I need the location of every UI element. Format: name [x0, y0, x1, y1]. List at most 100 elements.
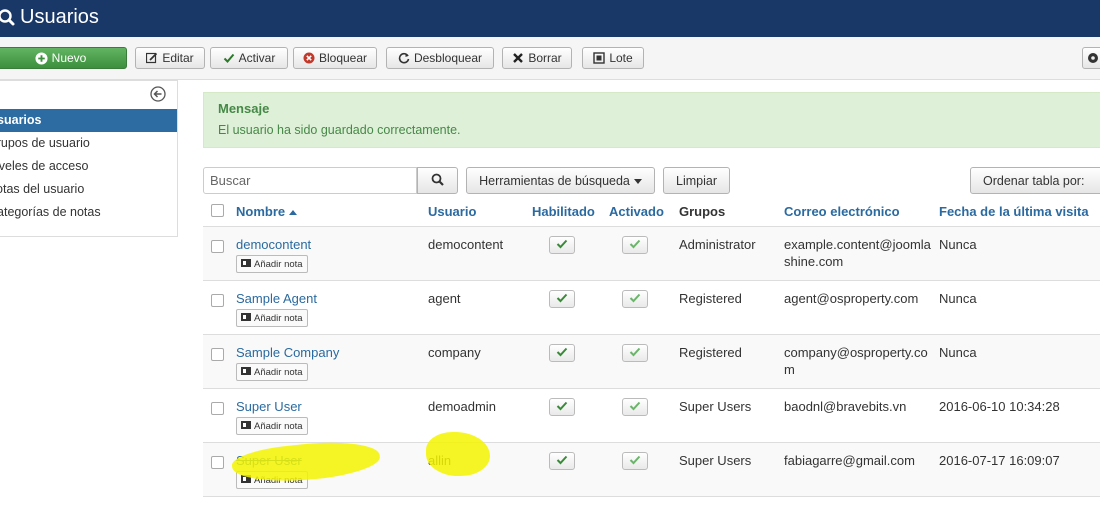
collapse-sidebar-icon[interactable]	[150, 86, 166, 102]
check-icon	[629, 398, 641, 415]
search-tools-label: Herramientas de búsqueda	[479, 173, 630, 188]
column-header-name[interactable]: Nombre	[236, 196, 428, 227]
batch-button-label: Lote	[609, 51, 633, 65]
row-checkbox[interactable]	[211, 456, 224, 469]
block-icon	[303, 52, 315, 64]
sidebar-item-label: Grupos de usuario	[0, 136, 90, 150]
add-note-button[interactable]: Añadir nota	[236, 471, 308, 489]
user-name-link[interactable]: Super User	[236, 452, 428, 469]
table-row: democontent Añadir nota democontent Admin…	[203, 226, 1100, 281]
email-cell: baodnl@bravebits.vn	[784, 399, 907, 414]
check-icon	[556, 236, 568, 253]
column-header-last-visit[interactable]: Fecha de la última visita	[939, 196, 1100, 227]
last-visit-cell: Nunca	[939, 291, 977, 306]
row-checkbox[interactable]	[211, 240, 224, 253]
activated-toggle[interactable]	[622, 289, 648, 308]
row-checkbox[interactable]	[211, 348, 224, 361]
add-note-button[interactable]: Añadir nota	[236, 255, 308, 273]
sidebar-item-note-categories[interactable]: Categorías de notas	[0, 201, 177, 224]
order-select-label: Ordenar tabla por:	[983, 173, 1085, 188]
unblock-button[interactable]: Desbloquear	[386, 47, 494, 69]
user-name-link[interactable]: democontent	[236, 236, 428, 253]
message-text: El usuario ha sido guardado correctament…	[218, 123, 461, 137]
column-header-activated[interactable]: Activado	[609, 196, 679, 227]
check-icon	[629, 290, 641, 307]
group-cell: Registered	[679, 345, 742, 360]
search-tools-button[interactable]: Herramientas de búsqueda	[466, 167, 655, 194]
sidebar: Usuarios Grupos de usuario Niveles de ac…	[0, 80, 178, 237]
column-header-email[interactable]: Correo electrónico	[784, 196, 939, 227]
last-visit-cell: 2016-06-10 10:34:28	[939, 399, 1060, 414]
activated-toggle[interactable]	[622, 397, 648, 416]
sort-asc-icon	[288, 204, 297, 219]
note-icon	[241, 472, 251, 489]
sidebar-item-users[interactable]: Usuarios	[0, 109, 177, 132]
clear-button[interactable]: Limpiar	[663, 167, 730, 194]
edit-button[interactable]: Editar	[135, 47, 205, 69]
message-heading: Mensaje	[218, 101, 270, 116]
delete-button-label: Borrar	[528, 51, 562, 65]
username-cell: company	[428, 345, 481, 360]
add-note-button[interactable]: Añadir nota	[236, 363, 308, 381]
row-checkbox[interactable]	[211, 294, 224, 307]
username-cell: agent	[428, 291, 461, 306]
select-all-checkbox-cell	[203, 196, 236, 227]
note-icon	[241, 418, 251, 435]
search-input[interactable]	[203, 167, 417, 194]
column-header-enabled[interactable]: Habilitado	[532, 196, 609, 227]
group-cell: Super Users	[679, 399, 752, 414]
add-note-button[interactable]: Añadir nota	[236, 309, 308, 327]
select-all-checkbox[interactable]	[211, 204, 224, 217]
caret-down-icon	[633, 174, 642, 188]
check-icon	[556, 344, 568, 361]
check-icon	[629, 452, 641, 469]
new-button-label: Nuevo	[51, 51, 87, 65]
check-icon	[556, 398, 568, 415]
refresh-icon	[398, 52, 410, 64]
note-icon	[241, 310, 251, 327]
enabled-toggle[interactable]	[549, 451, 575, 470]
table-row: Super User Añadir nota allin Super Users …	[203, 442, 1100, 497]
sidebar-item-label: Niveles de acceso	[0, 159, 89, 173]
block-button[interactable]: Bloquear	[293, 47, 377, 69]
activate-button-label: Activar	[238, 51, 276, 65]
order-select[interactable]: Ordenar tabla por:	[970, 167, 1100, 194]
user-name-link[interactable]: Super User	[236, 398, 428, 415]
sidebar-item-label: Categorías de notas	[0, 205, 101, 219]
enabled-toggle[interactable]	[549, 397, 575, 416]
enabled-toggle[interactable]	[549, 343, 575, 362]
new-button[interactable]: Nuevo	[0, 47, 127, 69]
group-cell: Super Users	[679, 453, 752, 468]
plus-circle-icon	[35, 51, 48, 65]
sidebar-item-user-notes[interactable]: Notas del usuario	[0, 178, 177, 201]
sidebar-item-access-levels[interactable]: Niveles de acceso	[0, 155, 177, 178]
activated-toggle[interactable]	[622, 451, 648, 470]
table-row: Sample Company Añadir nota company Regist…	[203, 334, 1100, 389]
enabled-toggle[interactable]	[549, 289, 575, 308]
add-note-button[interactable]: Añadir nota	[236, 417, 308, 435]
group-cell: Registered	[679, 291, 742, 306]
options-button[interactable]	[1082, 47, 1100, 69]
activate-button[interactable]: Activar	[210, 47, 288, 69]
activated-toggle[interactable]	[622, 235, 648, 254]
row-checkbox[interactable]	[211, 402, 224, 415]
username-cell: allin	[428, 453, 452, 468]
column-header-username[interactable]: Usuario	[428, 196, 532, 227]
delete-button[interactable]: Borrar	[502, 47, 572, 69]
last-visit-cell: Nunca	[939, 237, 977, 252]
note-icon	[241, 256, 251, 273]
delete-icon	[512, 52, 524, 64]
email-cell: agent@osproperty.com	[784, 291, 919, 306]
page-header: Usuarios	[0, 0, 1100, 37]
check-icon	[629, 344, 641, 361]
email-cell: fabiagarre@gmail.com	[784, 453, 915, 468]
table-header-row: Nombre Usuario Habilitado Activado Grupo…	[203, 196, 1100, 227]
user-name-link[interactable]: Sample Agent	[236, 290, 428, 307]
batch-button[interactable]: Lote	[582, 47, 644, 69]
enabled-toggle[interactable]	[549, 235, 575, 254]
user-name-link[interactable]: Sample Company	[236, 344, 428, 361]
search-button[interactable]	[417, 167, 458, 194]
gear-icon	[1087, 52, 1099, 64]
sidebar-item-user-groups[interactable]: Grupos de usuario	[0, 132, 177, 155]
activated-toggle[interactable]	[622, 343, 648, 362]
